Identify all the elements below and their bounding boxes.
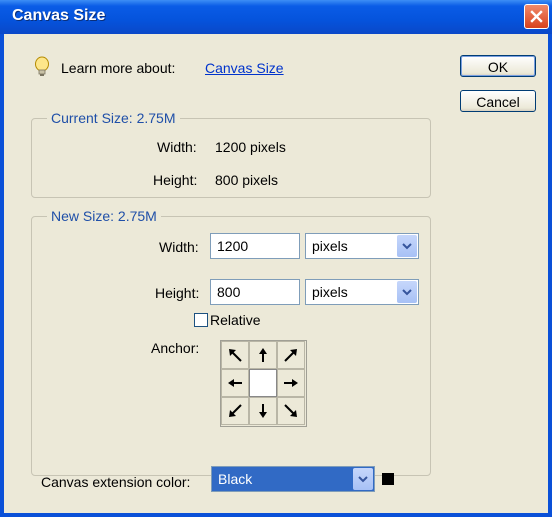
current-width-value: 1200 pixels — [215, 139, 286, 155]
chevron-down-icon — [358, 475, 368, 482]
anchor-label: Anchor: — [151, 340, 200, 356]
arrow-up-icon — [259, 348, 267, 362]
lightbulb-icon — [35, 56, 49, 76]
current-height-label: Height: — [153, 172, 198, 188]
canvas-size-dialog: Canvas Size Learn more about: Canvas Siz… — [0, 0, 552, 517]
width-unit-dropdown-button[interactable] — [397, 235, 417, 257]
cancel-button[interactable]: Cancel — [460, 90, 536, 112]
relative-label[interactable]: Relative — [210, 312, 261, 328]
help-link-canvas-size[interactable]: Canvas Size — [205, 60, 284, 76]
anchor-top-center[interactable] — [249, 341, 277, 369]
anchor-top-left[interactable] — [221, 341, 249, 369]
arrow-up-left-icon — [229, 349, 242, 362]
close-icon — [530, 10, 543, 23]
extension-color-select[interactable]: Black — [211, 466, 375, 492]
arrow-up-right-icon — [284, 349, 297, 362]
height-unit-value: pixels — [312, 284, 348, 300]
dialog-title: Canvas Size — [12, 7, 106, 24]
extension-color-dropdown-button[interactable] — [353, 468, 373, 490]
arrow-down-icon — [259, 404, 267, 418]
new-height-input[interactable]: 800 — [210, 279, 300, 305]
extension-color-label: Canvas extension color: — [41, 474, 191, 490]
anchor-middle-right[interactable] — [277, 369, 305, 397]
height-unit-dropdown-button[interactable] — [397, 281, 417, 303]
arrow-down-left-icon — [229, 404, 242, 417]
chevron-down-icon — [402, 288, 412, 295]
new-width-input[interactable]: 1200 — [210, 233, 300, 259]
arrow-left-icon — [228, 379, 242, 387]
ok-button[interactable]: OK — [460, 55, 536, 77]
current-width-label: Width: — [157, 139, 197, 155]
anchor-grid — [220, 340, 307, 427]
height-unit-select[interactable]: pixels — [305, 279, 419, 305]
title-bar[interactable]: Canvas Size — [0, 0, 552, 34]
new-width-label: Width: — [159, 239, 199, 255]
anchor-bottom-center[interactable] — [249, 397, 277, 425]
extension-color-swatch[interactable] — [382, 473, 394, 485]
width-unit-select[interactable]: pixels — [305, 233, 419, 259]
width-unit-value: pixels — [312, 238, 348, 254]
current-height-value: 800 pixels — [215, 172, 279, 188]
anchor-top-right[interactable] — [277, 341, 305, 369]
new-size-legend: New Size: 2.75M — [47, 208, 161, 224]
extension-color-value: Black — [218, 471, 253, 487]
anchor-bottom-left[interactable] — [221, 397, 249, 425]
arrow-right-icon — [284, 379, 298, 387]
help-prefix: Learn more about: — [61, 60, 176, 76]
chevron-down-icon — [402, 242, 412, 249]
close-button[interactable] — [524, 4, 549, 29]
anchor-bottom-right[interactable] — [277, 397, 305, 425]
relative-checkbox[interactable] — [194, 313, 208, 327]
current-size-legend: Current Size: 2.75M — [47, 110, 180, 126]
anchor-center[interactable] — [249, 369, 277, 397]
anchor-middle-left[interactable] — [221, 369, 249, 397]
arrow-down-right-icon — [284, 404, 297, 417]
new-height-label: Height: — [155, 285, 200, 301]
dialog-body: Learn more about: Canvas Size OK Cancel … — [4, 34, 548, 513]
